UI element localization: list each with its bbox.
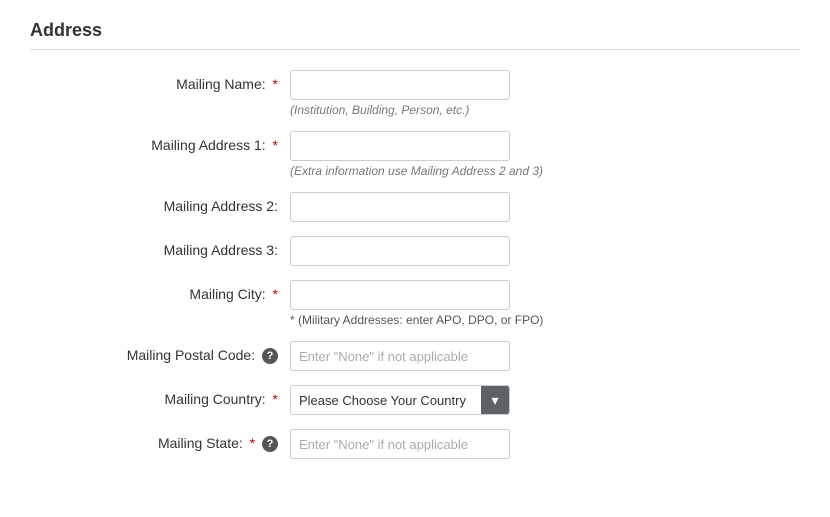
mailing-country-select[interactable]: Please Choose Your Country United States… [291,386,509,414]
mailing-address-1-input-cell: (Extra information use Mailing Address 2… [290,131,800,178]
mailing-postal-code-input[interactable] [290,341,510,371]
mailing-state-input-cell [290,429,800,459]
state-help-icon[interactable]: ? [262,436,278,452]
mailing-postal-code-row: Mailing Postal Code: ? [30,341,800,371]
mailing-country-input-cell: Please Choose Your Country United States… [290,385,800,415]
mailing-address-3-input[interactable] [290,236,510,266]
mailing-country-select-wrapper[interactable]: Please Choose Your Country United States… [290,385,510,415]
address-form: Mailing Name: * (Institution, Building, … [30,70,800,459]
mailing-address-3-row: Mailing Address 3: [30,236,800,266]
mailing-address-1-input[interactable] [290,131,510,161]
required-indicator: * [250,435,255,451]
mailing-name-label: Mailing Name: * [30,70,290,92]
mailing-postal-code-label: Mailing Postal Code: ? [30,341,290,364]
mailing-name-input-cell: (Institution, Building, Person, etc.) [290,70,800,117]
mailing-name-row: Mailing Name: * (Institution, Building, … [30,70,800,117]
mailing-address-1-row: Mailing Address 1: * (Extra information … [30,131,800,178]
mailing-city-label: Mailing City: * [30,280,290,302]
required-indicator: * [273,137,278,153]
mailing-name-input[interactable] [290,70,510,100]
mailing-name-hint: (Institution, Building, Person, etc.) [290,103,800,117]
required-indicator: * [273,286,278,302]
mailing-address-1-hint: (Extra information use Mailing Address 2… [290,164,800,178]
mailing-city-input-cell: * (Military Addresses: enter APO, DPO, o… [290,280,800,327]
mailing-postal-code-input-cell [290,341,800,371]
mailing-city-input[interactable] [290,280,510,310]
mailing-country-row: Mailing Country: * Please Choose Your Co… [30,385,800,415]
mailing-address-3-input-cell [290,236,800,266]
postal-code-help-icon[interactable]: ? [262,348,278,364]
mailing-address-2-row: Mailing Address 2: [30,192,800,222]
mailing-city-row: Mailing City: * * (Military Addresses: e… [30,280,800,327]
mailing-state-label: Mailing State: * ? [30,429,290,452]
mailing-state-row: Mailing State: * ? [30,429,800,459]
mailing-address-2-input-cell [290,192,800,222]
mailing-address-2-input[interactable] [290,192,510,222]
mailing-city-hint: * (Military Addresses: enter APO, DPO, o… [290,313,800,327]
required-indicator: * [273,76,278,92]
mailing-country-label: Mailing Country: * [30,385,290,407]
mailing-state-input[interactable] [290,429,510,459]
mailing-address-2-label: Mailing Address 2: [30,192,290,214]
section-title: Address [30,20,800,50]
mailing-address-1-label: Mailing Address 1: * [30,131,290,153]
mailing-address-3-label: Mailing Address 3: [30,236,290,258]
required-indicator: * [273,391,278,407]
